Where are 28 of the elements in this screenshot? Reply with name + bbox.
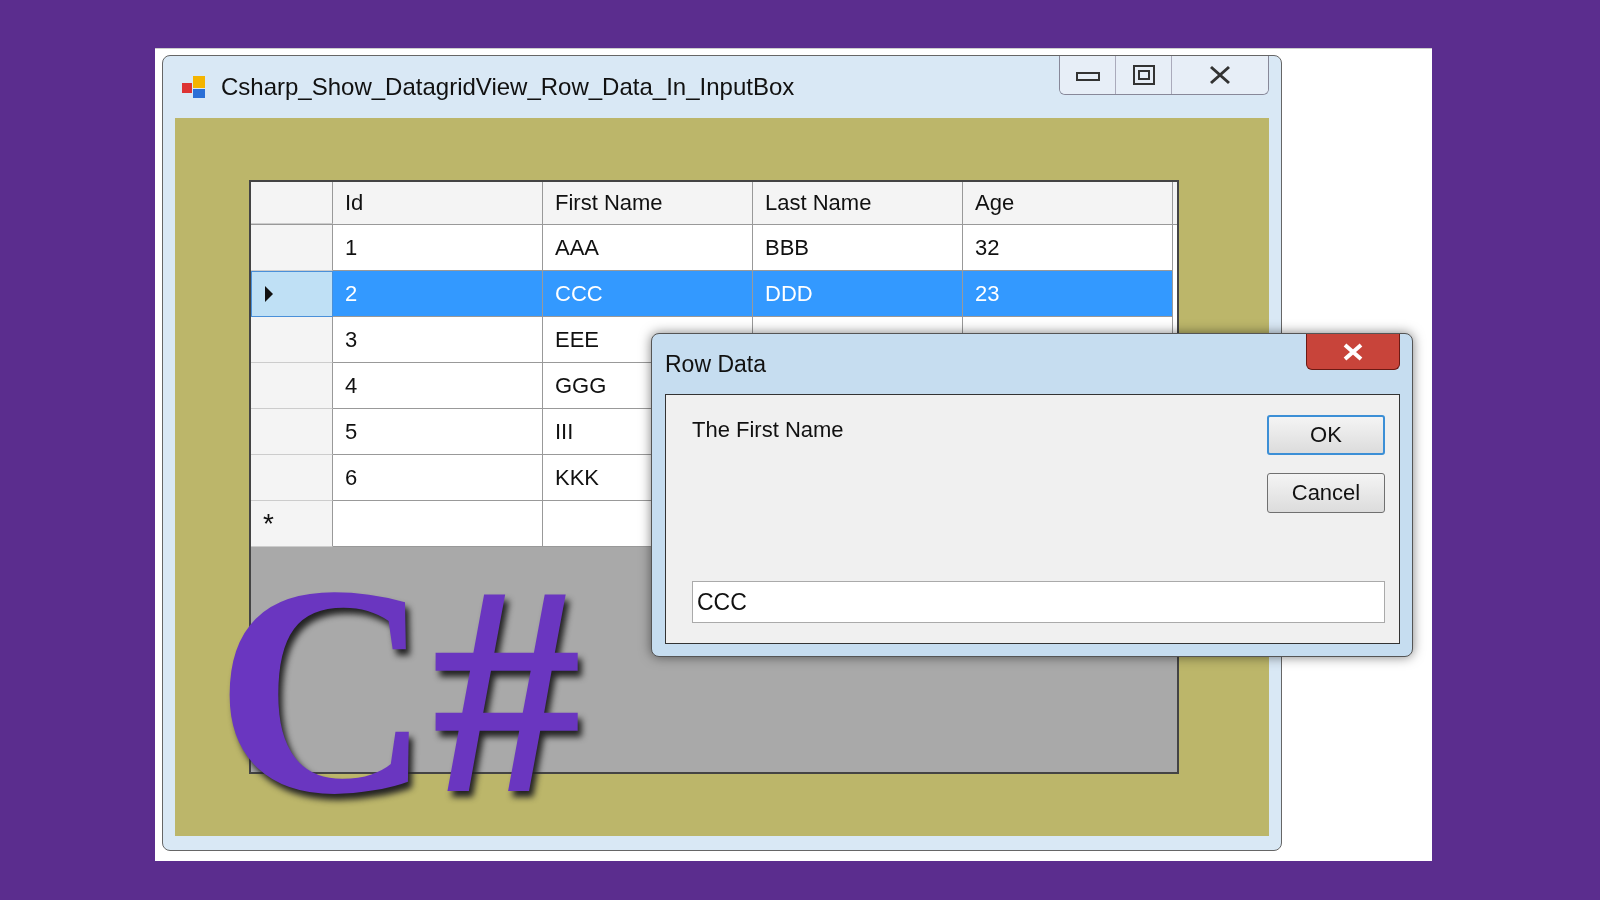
table-cell: CCC — [543, 271, 753, 317]
table-cell: DDD — [753, 271, 963, 317]
dialog-button[interactable]: OK — [1267, 415, 1385, 455]
row-header[interactable] — [251, 455, 333, 501]
current-row-icon — [264, 285, 274, 303]
close-icon — [1208, 65, 1232, 85]
window-title: Csharp_Show_DatagridView_Row_Data_In_InputBox — [221, 73, 795, 101]
row-header[interactable] — [251, 409, 333, 455]
table-cell: 2 — [333, 271, 543, 317]
dialog-button[interactable]: Cancel — [1267, 473, 1385, 513]
minimize-button[interactable] — [1060, 56, 1116, 94]
column-header[interactable]: First Name — [543, 182, 753, 224]
close-icon — [1342, 342, 1364, 361]
table-cell: 23 — [963, 271, 1173, 317]
row-header[interactable] — [251, 225, 333, 271]
column-header[interactable]: Id — [333, 182, 543, 224]
column-header[interactable]: Age — [963, 182, 1173, 224]
row-header[interactable] — [251, 317, 333, 363]
close-button[interactable] — [1306, 334, 1400, 370]
restore-icon — [1132, 65, 1155, 85]
input-field[interactable]: CCC — [692, 581, 1385, 623]
close-button[interactable] — [1172, 56, 1268, 94]
row-header[interactable] — [251, 271, 333, 317]
row-header[interactable] — [251, 363, 333, 409]
app-icon — [181, 74, 207, 100]
maximize-button[interactable] — [1116, 56, 1172, 94]
grid-row[interactable]: 1 AAA BBB 32 — [251, 225, 1177, 271]
column-header[interactable]: Last Name — [753, 182, 963, 224]
